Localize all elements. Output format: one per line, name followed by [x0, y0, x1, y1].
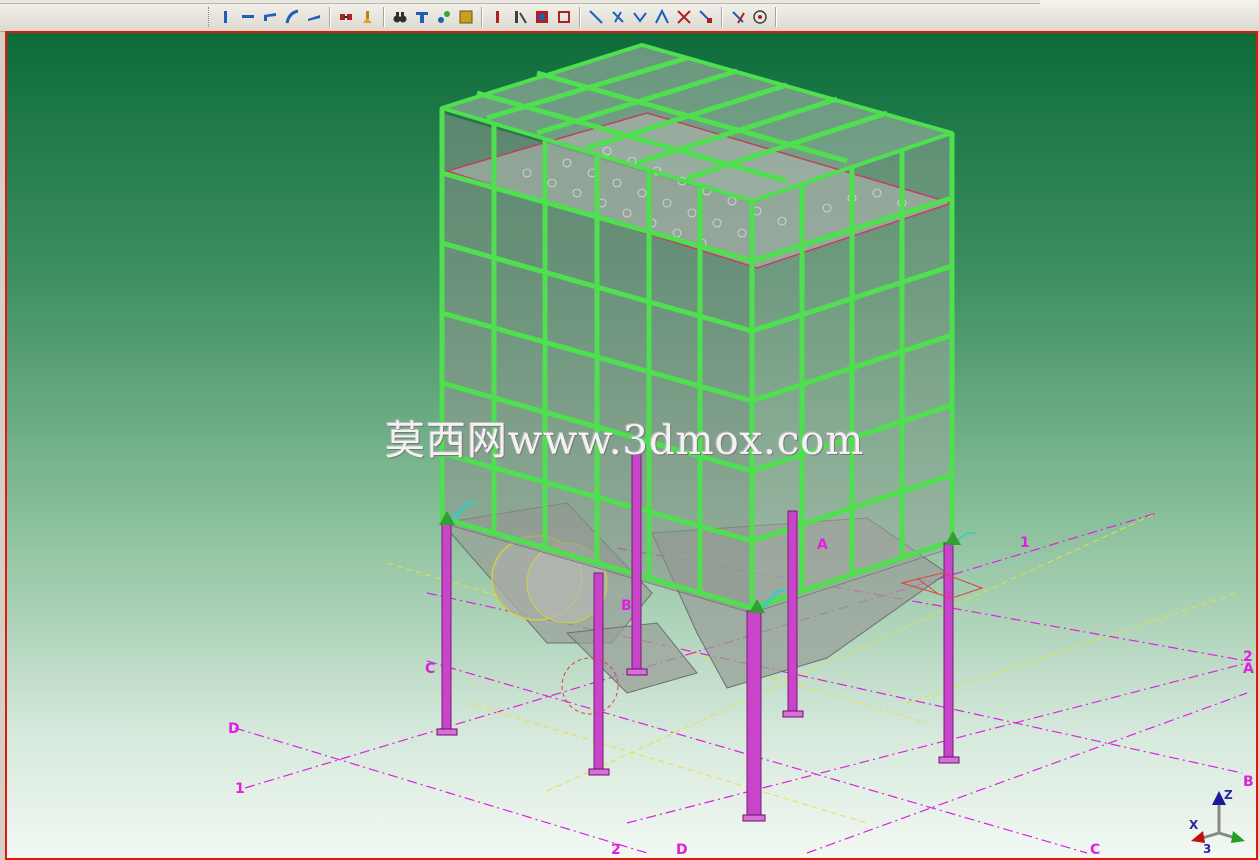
- triad-z-label: Z: [1224, 788, 1233, 802]
- dimension-2-icon: [633, 12, 647, 23]
- node-icon: [438, 11, 450, 23]
- cut-icon: [515, 11, 527, 24]
- beam-button[interactable]: [238, 7, 258, 27]
- toolbar-grip[interactable]: [208, 7, 212, 27]
- dimension-2-button[interactable]: [630, 7, 650, 27]
- bent-beam-icon: [264, 13, 276, 21]
- grid-label-b-mid: B: [621, 598, 632, 614]
- snap-icon: [732, 11, 745, 24]
- snap-button[interactable]: [728, 7, 748, 27]
- toolbar: [0, 0, 1259, 32]
- angle-2-icon: [677, 10, 691, 24]
- toolbar-separator: [383, 7, 385, 27]
- grid-label-d-left: D: [228, 721, 240, 737]
- bent-beam-button[interactable]: [260, 7, 280, 27]
- plate-icon: [459, 10, 473, 24]
- toolbar-group-members: [206, 5, 781, 29]
- node-button[interactable]: [434, 7, 454, 27]
- grid-label-1-left: 1: [235, 781, 245, 797]
- angle-2-button[interactable]: [674, 7, 694, 27]
- binoculars-icon: [393, 12, 407, 23]
- section-button[interactable]: [412, 7, 432, 27]
- inquire-button[interactable]: [390, 7, 410, 27]
- grid-label-c-left: C: [425, 661, 435, 677]
- section-icon: [416, 12, 428, 23]
- grid-label-2-bottom: 2: [611, 842, 621, 858]
- brace-icon: [308, 15, 320, 21]
- point-icon: [699, 10, 712, 23]
- toolbar-separator: [481, 7, 483, 27]
- angle-button[interactable]: [652, 7, 672, 27]
- brace-button[interactable]: [304, 7, 324, 27]
- triad-x-label: X: [1189, 818, 1199, 832]
- fill-icon: [536, 11, 548, 23]
- dimension-icon: [612, 11, 624, 23]
- dimension-button[interactable]: [608, 7, 628, 27]
- fitting-icon: [363, 11, 372, 23]
- connection-icon: [340, 14, 352, 20]
- marker-icon: [558, 11, 570, 23]
- grid-label-a-right: A: [1243, 661, 1254, 677]
- fill-button[interactable]: [532, 7, 552, 27]
- target-button[interactable]: [750, 7, 770, 27]
- grid-label-a-top: A: [817, 537, 828, 553]
- target-icon: [753, 10, 767, 24]
- angle-icon: [655, 9, 669, 24]
- column-button[interactable]: [216, 7, 236, 27]
- beam-icon: [242, 15, 254, 18]
- toolbar-separator: [775, 7, 777, 27]
- toolbar-separator: [329, 7, 331, 27]
- grid-label-d-bottom: D: [676, 842, 688, 858]
- column-icon: [224, 11, 227, 23]
- grid-label-1-right: 1: [1020, 535, 1030, 551]
- axis-triad: Z X 3: [1189, 788, 1245, 856]
- toolbar-separator: [721, 7, 723, 27]
- triad-y-label: 3: [1203, 842, 1211, 856]
- line-button[interactable]: [586, 7, 606, 27]
- plate-button[interactable]: [456, 7, 476, 27]
- curved-beam-button[interactable]: [282, 7, 302, 27]
- toolbar-top-edge: [0, 0, 1040, 4]
- grid-label-c-bottom: C: [1090, 842, 1100, 858]
- connection-button[interactable]: [336, 7, 356, 27]
- weld-button[interactable]: [488, 7, 508, 27]
- point-button[interactable]: [696, 7, 716, 27]
- curved-beam-icon: [285, 9, 299, 24]
- line-icon: [589, 10, 603, 24]
- base-plates: [436, 668, 960, 822]
- model-viewport[interactable]: A B C D 1 1 2 A B 2 D C Z X 3 莫西网www.3dm…: [5, 31, 1258, 860]
- watermark: 莫西网www.3dmox.com: [385, 418, 865, 464]
- marker-button[interactable]: [554, 7, 574, 27]
- fitting-button[interactable]: [358, 7, 378, 27]
- weld-icon: [496, 11, 499, 23]
- toolbar-separator: [579, 7, 581, 27]
- cut-button[interactable]: [510, 7, 530, 27]
- grid-label-b-right: B: [1243, 774, 1254, 790]
